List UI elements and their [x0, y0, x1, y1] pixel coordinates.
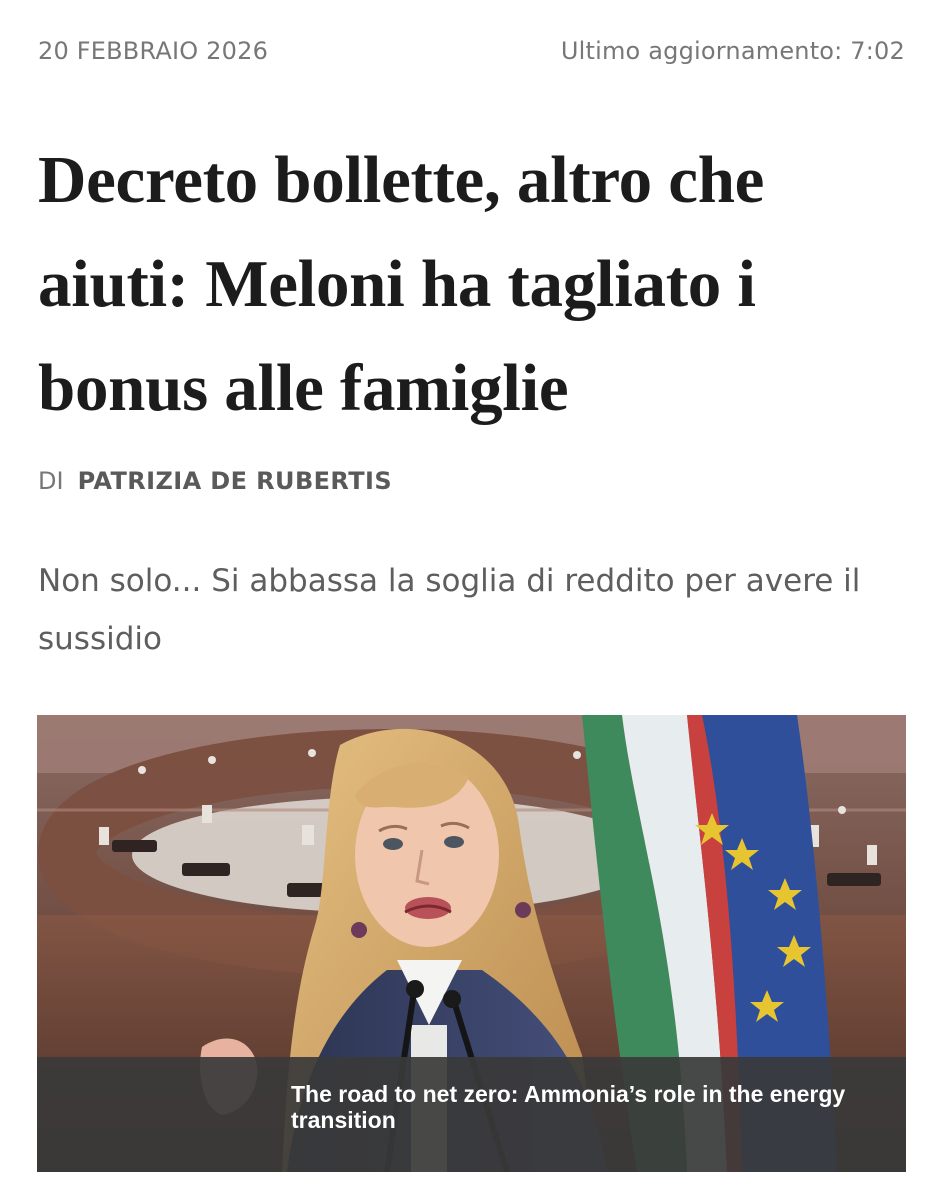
byline: DI PATRIZIA DE RUBERTIS — [38, 463, 392, 499]
article-headline: Decreto bollette, altro che aiuti: Melon… — [38, 143, 765, 425]
last-update-time: Ultimo aggiornamento: 7:02 — [560, 37, 905, 65]
video-caption-overlay[interactable]: The road to net zero: Ammonia’s role in … — [37, 1057, 906, 1172]
article-summary: Non solo... Si abbassa la soglia di redd… — [38, 563, 861, 657]
article-meta-bar: 20 FEBBRAIO 2026 Ultimo aggiornamento: 7… — [38, 34, 905, 68]
article-hero-image[interactable]: The road to net zero: Ammonia’s role in … — [37, 715, 906, 1172]
author-link[interactable]: PATRIZIA DE RUBERTIS — [78, 467, 392, 495]
byline-prefix: DI — [38, 467, 64, 495]
video-caption[interactable]: The road to net zero: Ammonia’s role in … — [291, 1081, 851, 1133]
publication-date: 20 FEBBRAIO 2026 — [38, 37, 269, 65]
